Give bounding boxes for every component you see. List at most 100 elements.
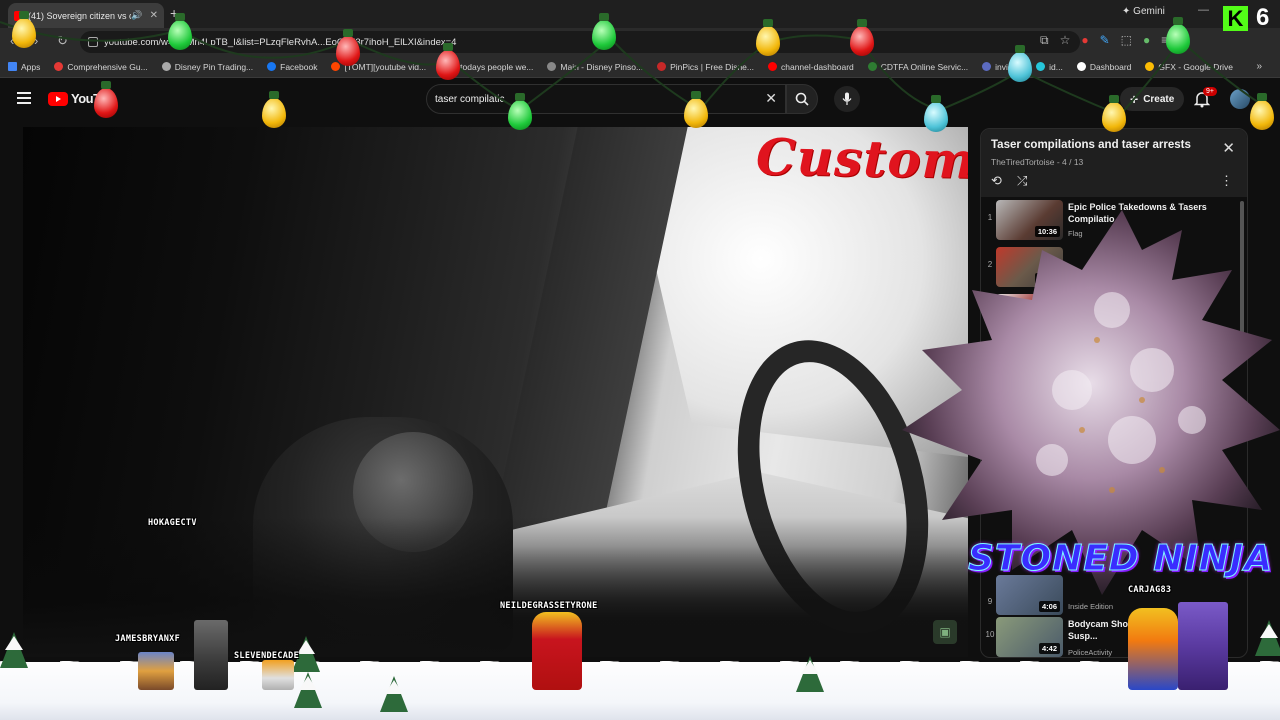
- playlist-item-index: 10: [985, 630, 995, 639]
- create-button[interactable]: + Create: [1120, 87, 1185, 111]
- playlist-item-channel: Flag: [1068, 229, 1083, 238]
- bookmark-item[interactable]: Dashboard: [1076, 61, 1132, 72]
- duration-badge: 32:33: [1034, 320, 1060, 331]
- bookmark-item[interactable]: channel-dashboard: [768, 62, 854, 72]
- bookmark-item[interactable]: CDTFA Online Servic...: [867, 61, 969, 72]
- extension-icons: ⧉ ☆ ● ✎ ⬚ ● ≡: [1040, 33, 1168, 48]
- playlist-item[interactable]: [981, 338, 1239, 384]
- youtube-play-icon: [48, 91, 68, 106]
- duration-badge: 10:36: [1034, 226, 1060, 237]
- avatar[interactable]: [1230, 89, 1250, 109]
- playlist-item[interactable]: 1 10:36 Epic Police Takedowns & Tasers C…: [981, 197, 1239, 243]
- loop-icon[interactable]: ⟲: [991, 173, 1002, 189]
- shuffle-icon[interactable]: ⤮: [1017, 173, 1027, 189]
- bookmarks-bar: Apps Comprehensive Gu... Disney Pin Trad…: [0, 56, 1280, 78]
- bookmark-label: GFX - Google Drive: [1158, 61, 1234, 72]
- url-text: youtube.com/w=UVMn4LpTB_I&list=PLzqFleRv…: [104, 36, 457, 48]
- bookmark-item[interactable]: Disney Pin Trading...: [161, 61, 254, 72]
- bookmark-label: PinPics | Free Disne...: [670, 61, 754, 72]
- invideo-icon: [982, 62, 992, 71]
- voice-search-button[interactable]: [834, 86, 860, 112]
- extension-green-icon[interactable]: ●: [1143, 33, 1150, 48]
- pine-tree-icon: [1255, 620, 1280, 656]
- christmas-bulb-icon: [94, 81, 118, 118]
- playlist-subtitle: TheTiredTortoise - 4 / 13: [991, 157, 1084, 167]
- tab-close-icon[interactable]: ✕: [150, 10, 158, 21]
- site-info-icon[interactable]: [88, 37, 98, 47]
- christmas-bulb-icon: [12, 11, 36, 48]
- channel-watermark-icon[interactable]: ▣: [933, 620, 957, 644]
- dashboard-icon: [1076, 62, 1086, 71]
- reddit-icon: [331, 62, 341, 71]
- playlist-item[interactable]: 3 32:33: [981, 291, 1239, 337]
- bookmarks-overflow-icon[interactable]: »: [1256, 61, 1262, 72]
- search-button[interactable]: [786, 84, 818, 114]
- extension-blue-icon[interactable]: ✎: [1100, 33, 1110, 48]
- video-player[interactable]: Custom ▣: [23, 127, 968, 657]
- gemini-label: Gemini: [1133, 6, 1165, 17]
- close-icon[interactable]: ✕: [1222, 139, 1235, 157]
- playlist-item-index: 1: [987, 213, 993, 222]
- bookmark-label: id...: [1049, 61, 1063, 72]
- playlist-item-thumbnail: 10:36: [996, 200, 1063, 240]
- chat-username: HOKAGECTV: [148, 518, 197, 528]
- bookmark-label: [TOMT][youtube vid...: [344, 61, 427, 72]
- bookmark-star-icon[interactable]: ☆: [1060, 33, 1071, 48]
- bookmark-item[interactable]: Comprehensive Gu...: [54, 61, 148, 72]
- christmas-bulb-icon: [684, 91, 708, 128]
- search-input[interactable]: taser compilatic ✕: [426, 84, 786, 114]
- install-icon[interactable]: ⧉: [1040, 33, 1049, 48]
- playlist-item-thumbnail: 32:33: [996, 294, 1063, 334]
- christmas-bulb-icon: [592, 13, 616, 50]
- playlist-header: Taser compilations and taser arrests The…: [981, 129, 1247, 197]
- bookmark-item[interactable]: id...: [1036, 62, 1063, 72]
- kick-logo-icon: K: [1223, 6, 1248, 31]
- pinpics-icon: [657, 62, 667, 71]
- minimize-icon[interactable]: —: [1198, 4, 1209, 16]
- playlist-item-index: 2: [987, 260, 993, 269]
- bookmark-item[interactable]: Apps: [8, 62, 40, 72]
- menu-icon[interactable]: [17, 92, 31, 104]
- christmas-bulb-icon: [336, 29, 360, 66]
- chat-username: JAMESBRYANXF: [115, 634, 181, 644]
- playlist-title[interactable]: Taser compilations and taser arrests: [991, 139, 1191, 151]
- duration-badge: 4:06: [1038, 601, 1060, 612]
- christmas-bulb-icon: [1166, 17, 1190, 54]
- youtube-logo[interactable]: YouT: [48, 91, 101, 106]
- bookmark-label: Comprehensive Gu...: [67, 61, 148, 72]
- bookmark-item[interactable]: GFX - Google Drive: [1145, 62, 1233, 72]
- playlist-item-thumbnail: [996, 341, 1063, 381]
- extensions-puzzle-icon[interactable]: ⬚: [1121, 33, 1132, 48]
- bookmark-label: Dashboard: [1089, 61, 1132, 72]
- speaker-icon[interactable]: 🔊: [131, 10, 142, 21]
- playlist-scrollbar[interactable]: [1240, 201, 1244, 341]
- playlist-item-index: 3: [987, 307, 993, 316]
- bookmark-item[interactable]: PinPics | Free Disne...: [657, 62, 754, 72]
- playlist-item-title: Epic Police Takedowns & Tasers Compilati…: [1068, 202, 1207, 224]
- gemini-button[interactable]: ✦ Gemini: [1122, 6, 1165, 17]
- clear-search-icon[interactable]: ✕: [765, 90, 777, 107]
- url-field[interactable]: youtube.com/w=UVMn4LpTB_I&list=PLzqFleRv…: [80, 31, 1080, 53]
- character-sprite: [194, 620, 228, 690]
- custom-watermark: Custom: [755, 127, 968, 190]
- character-sprite: [138, 652, 174, 690]
- christmas-bulb-icon: [1250, 93, 1274, 130]
- bookmark-label: Disney Pin Trading...: [174, 61, 254, 72]
- stoned-ninja-overlay: STONED NINJA: [967, 538, 1274, 580]
- more-options-icon[interactable]: ⋮: [1220, 173, 1233, 189]
- extension-red-icon[interactable]: ●: [1081, 33, 1088, 48]
- facebook-icon: [267, 62, 277, 71]
- christmas-bulb-icon: [850, 19, 874, 56]
- pine-tree-icon: [380, 676, 408, 712]
- iron-man-sprite: [532, 612, 582, 690]
- bookmark-item[interactable]: Main - Disney Pinso...: [547, 62, 643, 72]
- duration-badge: 4:42: [1038, 643, 1060, 654]
- bookmark-item[interactable]: Facebook: [267, 62, 317, 72]
- bookmark-label: CDTFA Online Servic...: [880, 61, 969, 72]
- character-sprite: [1178, 602, 1228, 690]
- playlist-item[interactable]: 2 15:40: [981, 244, 1239, 290]
- playlist-item-thumbnail: 15:40: [996, 247, 1063, 287]
- playlist-item-index: 9: [987, 597, 993, 606]
- pine-tree-icon: [294, 672, 322, 708]
- reload-icon[interactable]: ↻: [57, 33, 68, 49]
